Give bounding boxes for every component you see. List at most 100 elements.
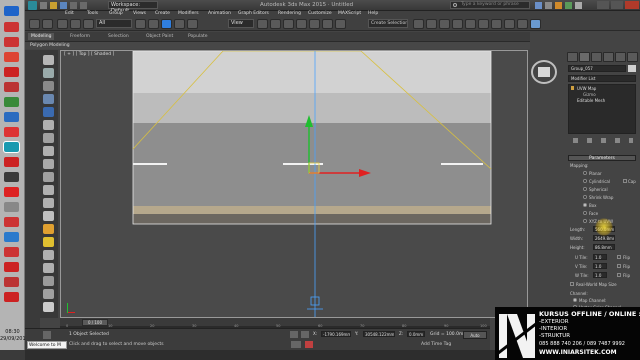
parameters-rollout[interactable]: Parameters [568,155,636,161]
object-name-field[interactable]: Group_057 [568,65,626,72]
app-icon-9[interactable] [4,157,19,167]
systems-icon[interactable] [43,276,54,286]
display-tab-icon[interactable] [615,52,626,62]
wflip-checkbox[interactable] [617,273,621,277]
select-and-move-button[interactable] [161,19,172,29]
star-icon[interactable] [555,2,562,9]
object-color-swatch[interactable] [628,65,636,72]
new-icon[interactable] [40,2,47,9]
configure-sets-icon[interactable] [629,138,633,143]
y-coordinate-field[interactable]: 30548.122mm [363,331,395,337]
app-icon-12[interactable] [4,202,19,212]
time-config-icon[interactable] [291,341,301,348]
auto-key-button[interactable]: Auto [463,331,487,339]
app-icon-15[interactable] [4,247,19,257]
open-icon[interactable] [50,2,57,9]
save-icon[interactable] [60,2,67,9]
stack-item-uvw-map[interactable]: UVW Map [577,86,633,91]
radio-xyz-to-uvw[interactable] [583,219,587,223]
app-icon-16[interactable] [4,262,19,272]
vtile-spinner[interactable]: 1.0 [593,263,607,269]
key-mode-icon[interactable] [305,341,313,348]
radio-cylindrical[interactable] [583,179,587,183]
app-icon-14[interactable] [4,232,19,242]
close-button[interactable] [625,1,639,9]
help-icon[interactable] [575,2,582,9]
app-icon-2[interactable] [4,37,19,47]
user-icon[interactable] [545,2,552,9]
app-icon-5[interactable] [4,82,19,92]
menu-graph-editors[interactable]: Graph Editors [238,11,269,16]
select-and-scale-button[interactable] [187,19,198,29]
pin-stack-icon[interactable] [573,138,578,143]
render-production-button[interactable] [530,19,541,29]
select-and-rotate-button[interactable] [174,19,185,29]
real-world-checkbox[interactable] [570,282,574,286]
align-button[interactable] [426,19,437,29]
menu-create[interactable]: Create [155,11,170,16]
undo-icon[interactable] [70,2,77,9]
vflip-checkbox[interactable] [617,264,621,268]
menu-rendering[interactable]: Rendering [278,11,301,16]
spinner-snap-button[interactable] [335,19,346,29]
add-time-tag[interactable]: Add Time Tag [421,342,451,347]
time-slider-thumb[interactable]: 0 / 100 [82,319,108,326]
tab-freeform[interactable]: Freeform [70,34,90,39]
create-sphere-icon[interactable] [43,81,54,91]
cap-checkbox[interactable] [623,179,627,183]
create-tab-icon[interactable] [567,52,578,62]
height-spinner[interactable]: 86.8mm [593,244,615,250]
menu-help[interactable]: Help [368,11,378,16]
select-object-button[interactable] [135,19,146,29]
menu-maxscript[interactable]: MAXScript [338,11,361,16]
select-and-manipulate-button[interactable] [270,19,281,29]
link-button[interactable] [57,19,68,29]
menu-modifiers[interactable]: Modifiers [178,11,199,16]
remove-modifier-icon[interactable] [615,138,620,143]
create-teapot-icon[interactable] [43,107,54,117]
selection-filter-dropdown[interactable]: All [96,19,132,28]
bind-space-warp-button[interactable] [83,19,94,29]
stack-item-editable-mesh[interactable]: Editable Mesh [577,98,633,103]
stack-item-gizmo[interactable]: Gizmo [583,92,633,97]
modifier-bulb-icon[interactable] [571,86,574,90]
app-icon-7[interactable] [4,112,19,122]
ribbon-polygon-modeling[interactable]: Polygon Modeling [30,43,70,48]
redo-icon[interactable] [80,2,87,9]
angle-snap-button[interactable] [309,19,320,29]
lock-selection-icon[interactable] [290,331,298,338]
helper-icon[interactable] [43,250,54,260]
tab-populate[interactable]: Populate [188,34,208,39]
app-icon-10[interactable] [4,172,19,182]
schematic-view-button[interactable] [478,19,489,29]
radio-shrink-wrap[interactable] [583,195,587,199]
create-pyramid-icon[interactable] [43,146,54,156]
start-icon[interactable] [4,6,19,16]
redo-button[interactable] [42,19,53,29]
create-shape-icon[interactable] [43,198,54,208]
named-selection-sets-dropdown[interactable]: Create Selection Se [368,19,408,28]
viewport-top[interactable]: [ + ] [ Top ] [ Shaded ] [60,50,528,318]
mirror-button[interactable] [413,19,424,29]
create-cone-icon[interactable] [43,133,54,143]
unlink-button[interactable] [70,19,81,29]
app-icon-18[interactable] [4,292,19,302]
particles-icon[interactable] [43,289,54,299]
tab-object-paint[interactable]: Object Paint [146,34,173,39]
radio-face[interactable] [583,211,587,215]
layer-manager-button[interactable] [439,19,450,29]
z-coordinate-field[interactable]: 0.0mm [407,331,425,337]
absolute-mode-icon[interactable] [301,331,309,338]
workspace-dropdown[interactable]: Workspace: Default [108,1,158,14]
menu-views[interactable]: Views [133,11,146,16]
utilities-tab-icon[interactable] [627,52,638,62]
create-camera-icon[interactable] [43,211,54,221]
material-editor-button[interactable] [491,19,502,29]
curve-editor-button[interactable] [465,19,476,29]
wtile-spinner[interactable]: 1.0 [593,272,607,278]
create-torus-icon[interactable] [43,159,54,169]
app-logo-icon[interactable] [28,1,37,10]
uflip-checkbox[interactable] [617,255,621,259]
x-coordinate-field[interactable]: -1790.169mm [321,331,351,337]
modifier-list-dropdown[interactable]: Modifier List [568,75,636,82]
